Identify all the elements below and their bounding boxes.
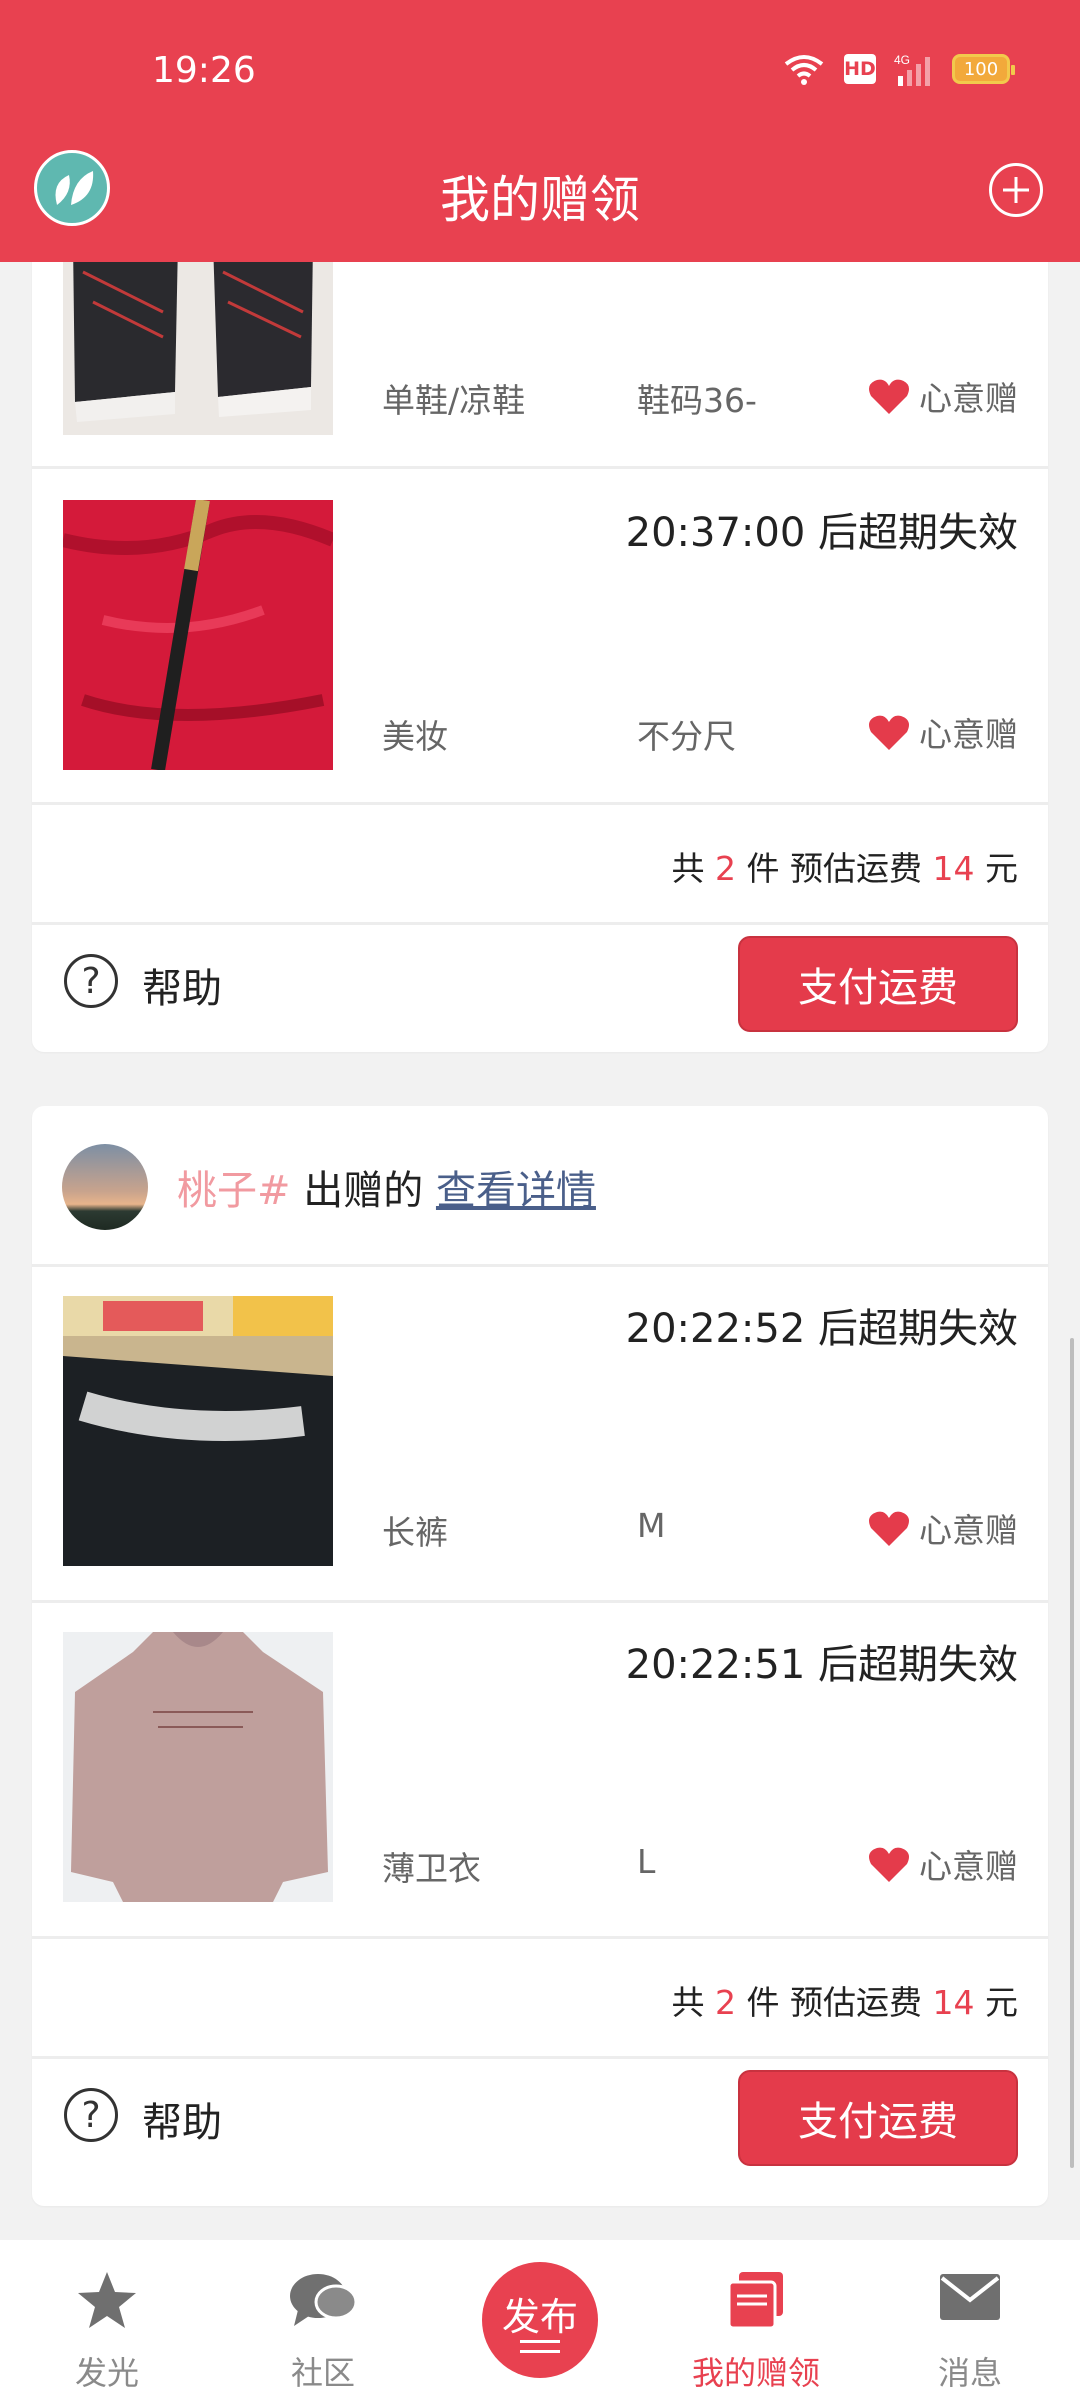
help-icon[interactable]: ?	[64, 954, 118, 1008]
add-button[interactable]	[989, 163, 1043, 217]
item-photo-shoes[interactable]	[63, 262, 333, 435]
divider	[32, 922, 1048, 925]
publish-button[interactable]: 发布	[482, 2262, 598, 2378]
status-icons: HD 4G 100	[782, 52, 1015, 86]
heart-icon	[869, 379, 909, 414]
nav-label: 我的赠领	[691, 2354, 820, 2392]
content-list[interactable]: 单鞋/凉鞋 鞋码36- 心意赠 20:37:00 后超期失效 美妆 不分尺 心意…	[0, 262, 1080, 2240]
mail-icon	[940, 2274, 1000, 2320]
help-icon[interactable]: ?	[64, 2088, 118, 2142]
item-category: 薄卫衣	[382, 1849, 481, 1888]
divider	[32, 1600, 1048, 1603]
item-photo-sweater[interactable]	[63, 1632, 333, 1902]
gift-book-icon	[727, 2272, 783, 2330]
shipping-fee: 14	[932, 1983, 975, 2022]
item-size: 不分尺	[637, 717, 736, 756]
divider	[32, 466, 1048, 469]
app-header: 19:26 HD 4G 100 我的赠领	[0, 0, 1080, 262]
order-summary: 共 2 件 预估运费 14 元	[671, 849, 1019, 888]
nav-item-messages[interactable]: 消息	[880, 2240, 1060, 2400]
item-photo-makeup[interactable]	[63, 500, 333, 770]
donor-avatar[interactable]	[62, 1144, 148, 1230]
item-category: 长裤	[382, 1513, 448, 1552]
nav-item-glow[interactable]: 发光	[17, 2240, 197, 2400]
divider	[32, 1264, 1048, 1267]
shoes-image	[63, 262, 333, 435]
makeup-image	[63, 500, 333, 770]
item-expiry: 20:22:52 后超期失效	[625, 1306, 1018, 1352]
item-tag: 心意赠	[867, 372, 1018, 420]
nav-item-community[interactable]: 社区	[233, 2240, 413, 2400]
order-card: 桃子# 出赠的 查看详情 20:22:52 后超期失效 长裤 M 心意赠 20:…	[32, 1106, 1048, 2206]
divider	[32, 1936, 1048, 1939]
item-tag-label: 心意赠	[919, 715, 1018, 754]
item-expiry: 20:37:00 后超期失效	[625, 510, 1018, 556]
hd-icon: HD	[844, 54, 876, 84]
shipping-fee: 14	[932, 849, 975, 888]
chat-icon	[290, 2274, 358, 2326]
star-icon	[78, 2272, 136, 2328]
item-category: 单鞋/凉鞋	[382, 381, 526, 420]
page-title: 我的赠领	[440, 171, 640, 229]
item-size: L	[637, 1842, 656, 1881]
pay-shipping-button[interactable]: 支付运费	[738, 2070, 1018, 2166]
nav-label: 发光	[74, 2354, 139, 2392]
item-tag: 心意赠	[867, 708, 1018, 756]
help-label[interactable]: 帮助	[142, 956, 222, 1014]
publish-label: 发布	[501, 2295, 578, 2339]
nav-label: 消息	[937, 2354, 1002, 2392]
divider	[32, 2056, 1048, 2059]
divider	[32, 802, 1048, 805]
donor-line: 桃子# 出赠的 查看详情	[177, 1168, 596, 1214]
view-details-link[interactable]: 查看详情	[436, 1168, 596, 1214]
nav-item-my-gifts[interactable]: 我的赠领	[666, 2240, 846, 2400]
pay-shipping-button[interactable]: 支付运费	[738, 936, 1018, 1032]
sweater-image	[63, 1632, 333, 1902]
heart-icon	[869, 715, 909, 750]
item-size: 鞋码36-	[637, 381, 757, 420]
help-label[interactable]: 帮助	[142, 2090, 222, 2148]
wifi-icon	[784, 55, 824, 85]
order-summary: 共 2 件 预估运费 14 元	[671, 1983, 1019, 2022]
publish-icon	[520, 2340, 560, 2360]
donor-name[interactable]: 桃子#	[177, 1168, 291, 1214]
scrollbar[interactable]	[1070, 1338, 1074, 2168]
heart-icon	[869, 1847, 909, 1882]
battery-icon: 100	[952, 54, 1015, 84]
pants-image	[63, 1296, 333, 1566]
item-tag: 心意赠	[867, 1504, 1018, 1552]
heart-icon	[869, 1511, 909, 1546]
item-tag-label: 心意赠	[919, 379, 1018, 418]
item-count: 2	[715, 1983, 736, 2022]
item-category: 美妆	[382, 717, 448, 756]
order-card: 单鞋/凉鞋 鞋码36- 心意赠 20:37:00 后超期失效 美妆 不分尺 心意…	[32, 262, 1048, 1052]
nav-label: 社区	[290, 2354, 355, 2392]
item-size: M	[637, 1506, 666, 1545]
bottom-nav: 发光 社区 发布 我的赠领 消息	[0, 2240, 1080, 2400]
item-expiry: 20:22:51 后超期失效	[625, 1642, 1018, 1688]
item-tag-label: 心意赠	[919, 1847, 1018, 1886]
svg-text:4G: 4G	[894, 53, 910, 67]
item-tag-label: 心意赠	[919, 1511, 1018, 1550]
status-time: 19:26	[152, 50, 256, 91]
item-tag: 心意赠	[867, 1840, 1018, 1888]
item-count: 2	[715, 849, 736, 888]
signal-icon: 4G	[894, 53, 930, 86]
item-photo-pants[interactable]	[63, 1296, 333, 1566]
